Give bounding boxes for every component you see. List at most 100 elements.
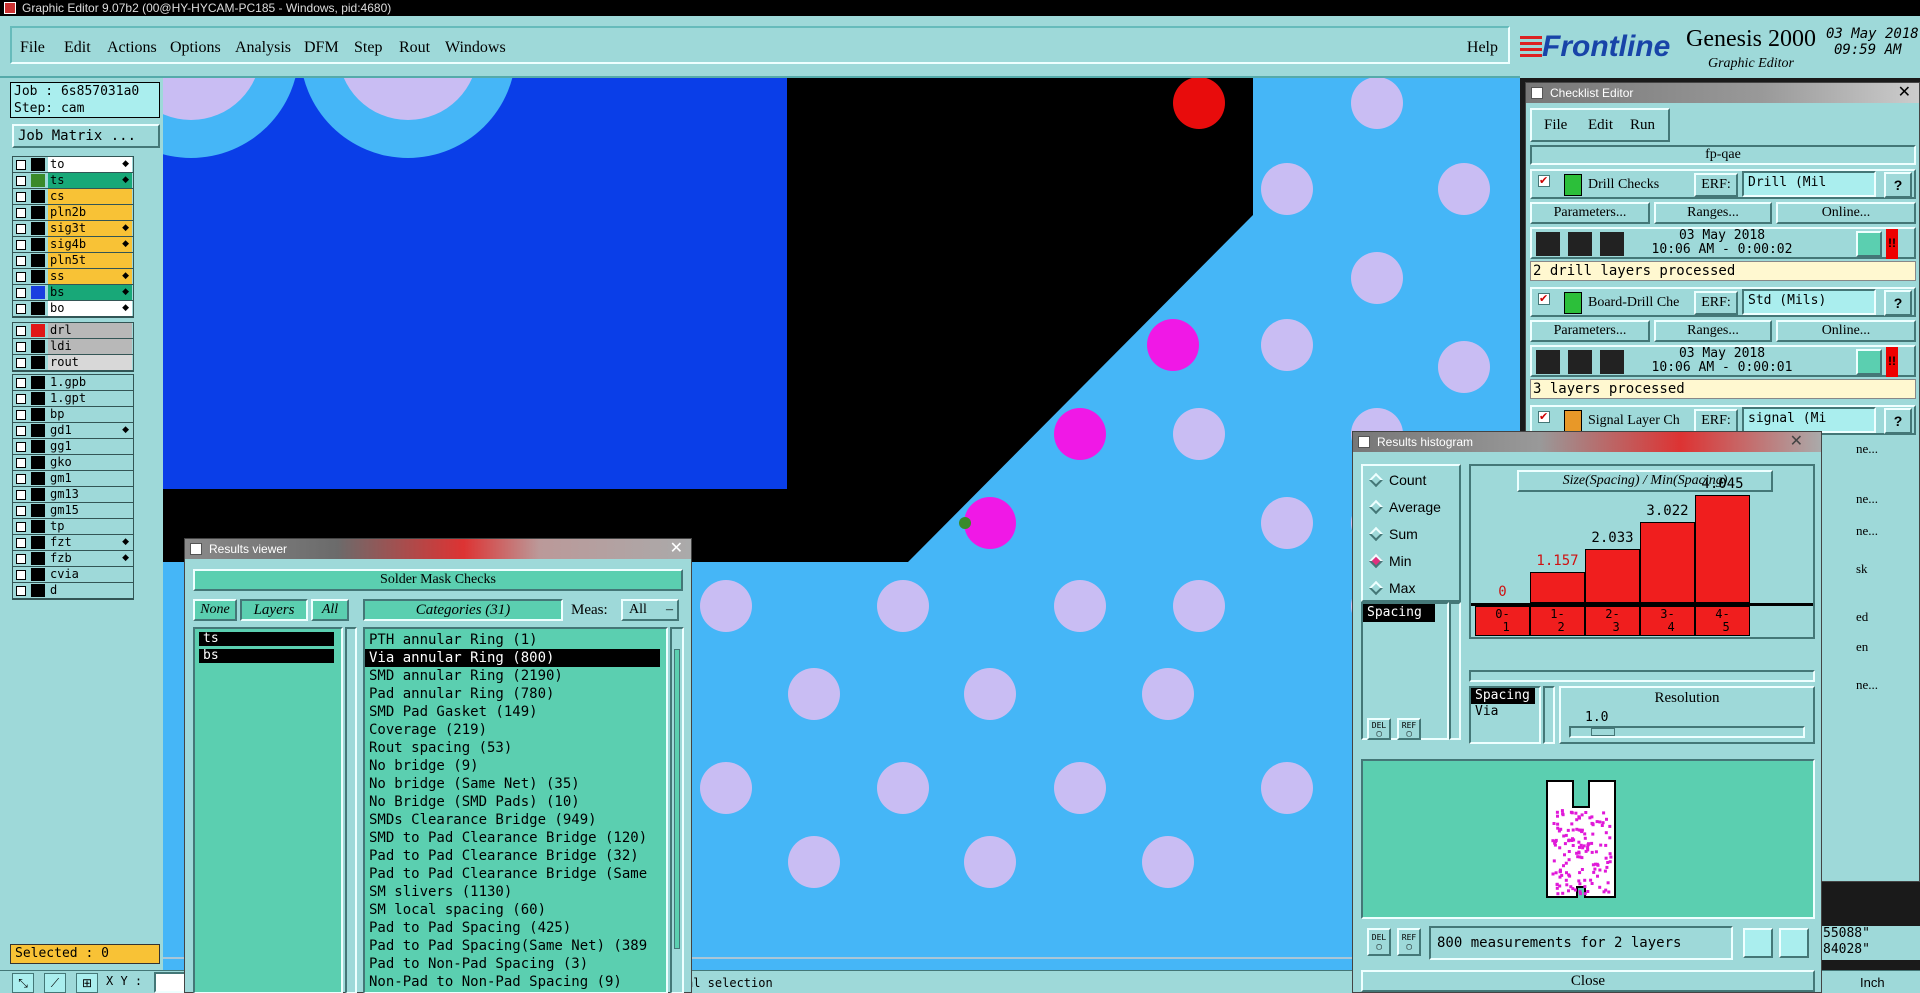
category-item[interactable]: Rout spacing (53) (365, 739, 666, 757)
layer-name[interactable]: cvia (48, 567, 132, 582)
via-pad[interactable] (788, 836, 840, 888)
category-item[interactable]: SMD Pad Gasket (149) (365, 703, 666, 721)
check-enable-checkbox[interactable]: ✔ (1538, 411, 1550, 423)
check-name[interactable]: Drill Checks (1588, 177, 1692, 193)
help-icon[interactable]: ? (1884, 172, 1912, 198)
category-item[interactable]: Pad to Pad Spacing (425) (365, 919, 666, 937)
layer-row-tp[interactable]: tp (13, 519, 133, 535)
online-button[interactable]: Online... (1776, 202, 1916, 224)
via-pad[interactable] (877, 580, 929, 632)
histogram-title-bar[interactable]: Results histogram ✕ (1353, 432, 1821, 452)
red-pad[interactable] (1173, 78, 1225, 129)
category-item[interactable]: SMD annular Ring (2190) (365, 667, 666, 685)
erf-button[interactable]: ERF: (1694, 291, 1738, 315)
layer-color-swatch[interactable] (31, 552, 45, 565)
via-pad[interactable] (877, 762, 929, 814)
layer-color-swatch[interactable] (31, 536, 45, 549)
parameters-button[interactable]: Parameters... (1530, 320, 1650, 342)
layer-checkbox[interactable] (16, 326, 26, 336)
result-layer-item[interactable]: bs (199, 649, 334, 663)
layer-color-swatch[interactable] (31, 340, 45, 353)
layer-checkbox[interactable] (16, 272, 26, 282)
layer-checkbox[interactable] (16, 224, 26, 234)
category-item[interactable]: No bridge (Same Net) (35) (365, 775, 666, 793)
category-item[interactable]: SMDs Clearance Bridge (949) (365, 811, 666, 829)
via-pad[interactable] (964, 836, 1016, 888)
layer-color-swatch[interactable] (31, 190, 45, 203)
selection-list[interactable]: Spacing Via (1469, 686, 1541, 744)
layer-checkbox[interactable] (16, 410, 26, 420)
layer-checkbox[interactable] (16, 522, 26, 532)
via-pad[interactable] (1438, 341, 1490, 393)
chart-hscrollbar[interactable] (1469, 670, 1815, 682)
layer-row-fzt[interactable]: fzt ◆ (13, 535, 133, 551)
menu-dfm[interactable]: DFM (304, 39, 339, 57)
scroll-thumb[interactable] (674, 649, 680, 949)
via-pad[interactable] (1054, 762, 1106, 814)
grid-tool-icon[interactable]: ⊞ (76, 973, 98, 993)
selection-scrollbar[interactable] (1543, 686, 1555, 744)
measure-tool-icon[interactable]: ⟋ (44, 973, 66, 993)
checklist-menu-edit[interactable]: Edit (1588, 117, 1613, 134)
layer-name[interactable]: sig4b (48, 237, 132, 252)
job-matrix-button[interactable]: Job Matrix ... (12, 124, 160, 148)
layer-color-swatch[interactable] (31, 254, 45, 267)
histogram-bar[interactable] (1585, 549, 1640, 603)
layer-name[interactable]: gm15 (48, 503, 132, 518)
mode-radio-max[interactable]: Max (1368, 580, 1415, 596)
layer-row-1-gpb[interactable]: 1.gpb (13, 375, 133, 391)
via-pad[interactable] (1054, 580, 1106, 632)
layer-color-swatch[interactable] (31, 472, 45, 485)
layer-row-fzb[interactable]: fzb ◆ (13, 551, 133, 567)
alert-icon[interactable]: !! (1886, 347, 1898, 377)
mode-radio-count[interactable]: Count (1368, 472, 1426, 488)
category-item[interactable]: Via annular Ring (800) (365, 649, 660, 667)
layer-name[interactable]: ts (48, 173, 132, 188)
layer-row-pln5t[interactable]: pln5t (13, 253, 133, 269)
layer-color-swatch[interactable] (31, 286, 45, 299)
resolution-slider[interactable] (1569, 726, 1805, 738)
menu-actions[interactable]: Actions (107, 39, 157, 57)
layer-color-swatch[interactable] (31, 392, 45, 405)
erf-value[interactable]: signal (Mi (1742, 407, 1876, 433)
measure-item-spacing[interactable]: Spacing (1363, 604, 1435, 622)
meas-select[interactable]: All ‒ (621, 599, 679, 621)
layer-color-swatch[interactable] (31, 440, 45, 453)
category-item[interactable]: Non-Pad to Non-Pad Spacing (9) (365, 973, 666, 991)
layer-checkbox[interactable] (16, 538, 26, 548)
result-layer-item[interactable]: ts (199, 632, 334, 646)
category-item[interactable]: SM local spacing (60) (365, 901, 666, 919)
menu-analysis[interactable]: Analysis (235, 39, 291, 57)
mode-radio-min[interactable]: Min (1368, 553, 1412, 569)
layer-name[interactable]: pln2b (48, 205, 132, 220)
close-icon[interactable]: ✕ (1898, 83, 1911, 103)
layer-color-swatch[interactable] (31, 584, 45, 597)
selection-item-via[interactable]: Via (1471, 704, 1539, 720)
layer-row-1-gpt[interactable]: 1.gpt (13, 391, 133, 407)
layer-name[interactable]: bo (48, 301, 132, 316)
layer-row-drl[interactable]: drl (13, 323, 133, 339)
category-item[interactable]: SM slivers (1130) (365, 883, 666, 901)
online-button[interactable]: Online... (1776, 320, 1916, 342)
layer-name[interactable]: fzt (48, 535, 132, 550)
histogram-bar[interactable] (1640, 522, 1695, 603)
layer-name[interactable]: gm1 (48, 471, 132, 486)
layers-button[interactable]: Layers (240, 599, 308, 621)
layer-checkbox[interactable] (16, 304, 26, 314)
layers-list[interactable]: ts bs (193, 627, 343, 993)
categories-list[interactable]: PTH annular Ring (1) Via annular Ring (80… (363, 627, 668, 993)
layer-checkbox[interactable] (16, 570, 26, 580)
layer-row-bo[interactable]: bo ◆ (13, 301, 133, 317)
via-pad[interactable] (1438, 163, 1490, 215)
units-label[interactable]: Inch (1860, 975, 1885, 990)
all-button[interactable]: All (311, 599, 349, 621)
layer-name[interactable]: bs (48, 285, 132, 300)
layer-name[interactable]: sig3t (48, 221, 132, 236)
layer-checkbox[interactable] (16, 288, 26, 298)
layer-row-gd1[interactable]: gd1 ◆ (13, 423, 133, 439)
layer-name[interactable]: to (48, 157, 132, 172)
layer-checkbox[interactable] (16, 176, 26, 186)
layer-checkbox[interactable] (16, 490, 26, 500)
layer-row-cs[interactable]: cs (13, 189, 133, 205)
check-name[interactable]: Board-Drill Che (1588, 295, 1692, 311)
